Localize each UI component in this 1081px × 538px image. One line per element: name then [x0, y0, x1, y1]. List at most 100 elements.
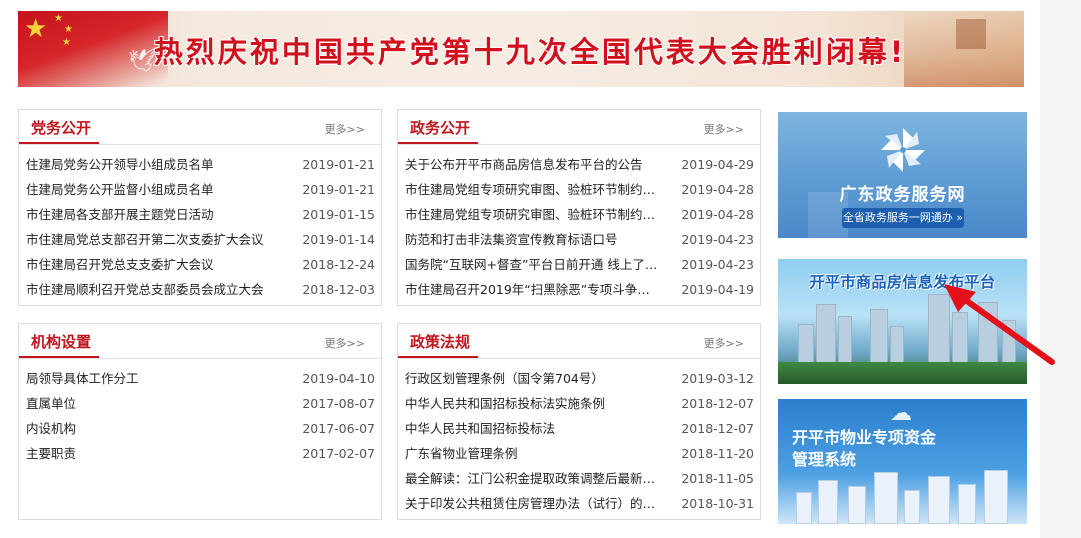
ad-title: 广东政务服务网: [839, 185, 966, 205]
news-link[interactable]: 直属单位: [26, 391, 284, 416]
news-link[interactable]: 最全解读：江门公积金提取政策调整后最新指…: [405, 466, 663, 491]
list-item: 国务院“互联网+督查”平台日前开通 线上了… 2019-04-23: [398, 252, 760, 277]
news-link[interactable]: 主要职责: [26, 441, 284, 466]
news-link[interactable]: 市住建局各支部开展主题党日活动: [26, 202, 284, 227]
list-item: 市住建局顺利召开党总支部委员会成立大会 2018-12-03: [19, 277, 381, 302]
gov-affairs-panel: 政务公开 更多>> 关于公布开平市商品房信息发布平台的公告 2019-04-29 …: [397, 109, 761, 306]
news-link[interactable]: 关于公布开平市商品房信息发布平台的公告: [405, 152, 663, 177]
news-link[interactable]: 住建局党务公开监督小组成员名单: [26, 177, 284, 202]
news-link[interactable]: 广东省物业管理条例: [405, 441, 663, 466]
more-link[interactable]: 更多>>: [325, 335, 365, 351]
list-item: 主要职责 2017-02-07: [19, 441, 381, 466]
news-link[interactable]: 市住建局党总支部召开第二次支委扩大会议: [26, 227, 284, 252]
list-item: 中华人民共和国招标投标法 2018-12-07: [398, 416, 760, 441]
news-date: 2019-01-21: [302, 182, 375, 197]
list-item: 局领导具体工作分工 2019-04-10: [19, 366, 381, 391]
news-date: 2019-04-19: [681, 282, 754, 297]
star-icon: ★: [62, 37, 71, 48]
news-date: 2019-04-29: [681, 157, 754, 172]
cloud-icon: ☁: [890, 401, 912, 426]
service-button[interactable]: 全省政务服务一网通办 »: [842, 208, 964, 228]
great-wall-decoration: [904, 11, 1024, 87]
list-item: 关于印发公共租赁住房管理办法（试行）的通… 2018-10-31: [398, 491, 760, 516]
page-right-margin: [1040, 0, 1081, 538]
news-link[interactable]: 行政区划管理条例（国令第704号）: [405, 366, 663, 391]
housing-platform-ad[interactable]: 开平市商品房信息发布平台: [778, 259, 1027, 384]
panel-title: 政务公开: [398, 110, 479, 144]
news-date: 2019-03-12: [681, 371, 754, 386]
panel-title: 党务公开: [19, 110, 100, 144]
list-item: 市住建局党组专项研究审图、验桩环节制约，… 2019-04-28: [398, 177, 760, 202]
building-shape: [904, 490, 920, 524]
list-item: 直属单位 2017-08-07: [19, 391, 381, 416]
building-shape: [890, 326, 904, 366]
list-item: 中华人民共和国招标投标法实施条例 2018-12-07: [398, 391, 760, 416]
news-date: 2019-04-28: [681, 182, 754, 197]
news-link[interactable]: 国务院“互联网+督查”平台日前开通 线上了…: [405, 252, 663, 277]
news-link[interactable]: 市住建局顺利召开党总支部委员会成立大会: [26, 277, 284, 302]
news-date: 2018-10-31: [681, 496, 754, 511]
star-icon: ★: [64, 24, 73, 35]
pinwheel-logo-icon: [881, 128, 925, 172]
building-shape: [958, 484, 976, 524]
ad-title: 开平市商品房信息发布平台: [809, 273, 996, 291]
list-item: 市住建局召开党总支支委扩大会议 2018-12-24: [19, 252, 381, 277]
property-fund-ad[interactable]: ☁ 开平市物业专项资金 管理系统: [778, 399, 1027, 524]
institution-panel: 机构设置 更多>> 局领导具体工作分工 2019-04-10 直属单位 2017-0…: [18, 323, 382, 520]
news-link[interactable]: 关于印发公共租赁住房管理办法（试行）的通…: [405, 491, 663, 516]
news-date: 2018-11-20: [681, 446, 754, 461]
list-item: 市住建局召开2019年“扫黑除恶”专项斗争… 2019-04-19: [398, 277, 760, 302]
news-link[interactable]: 中华人民共和国招标投标法实施条例: [405, 391, 663, 416]
building-shape: [796, 492, 812, 524]
news-link[interactable]: 内设机构: [26, 416, 284, 441]
more-link[interactable]: 更多>>: [704, 121, 744, 137]
news-link[interactable]: 市住建局召开党总支支委扩大会议: [26, 252, 284, 277]
news-link[interactable]: 住建局党务公开领导小组成员名单: [26, 152, 284, 177]
list-item: 市住建局各支部开展主题党日活动 2019-01-15: [19, 202, 381, 227]
list-item: 内设机构 2017-06-07: [19, 416, 381, 441]
news-date: 2018-11-05: [681, 471, 754, 486]
gd-gov-service-ad[interactable]: 广东政务服务网 全省政务服务一网通办 »: [778, 112, 1027, 238]
list-item: 住建局党务公开领导小组成员名单 2019-01-21: [19, 152, 381, 177]
news-link[interactable]: 防范和打击非法集资宣传教育标语口号: [405, 227, 663, 252]
celebration-banner[interactable]: ★ ★ ★ ★ 🕊 热烈庆祝中国共产党第十九次全国代表大会胜利闭幕!: [18, 11, 1024, 87]
news-link[interactable]: 局领导具体工作分工: [26, 366, 284, 391]
list-item: 市住建局党组专项研究审图、验桩环节制约，… 2019-04-28: [398, 202, 760, 227]
news-date: 2019-01-14: [302, 232, 375, 247]
tower-shape: [956, 19, 986, 49]
news-date: 2019-01-15: [302, 207, 375, 222]
news-date: 2019-01-21: [302, 157, 375, 172]
news-list: 关于公布开平市商品房信息发布平台的公告 2019-04-29 市住建局党组专项研究…: [398, 145, 760, 302]
news-date: 2019-04-23: [681, 232, 754, 247]
building-shape: [838, 316, 852, 366]
building-shape: [816, 304, 836, 366]
news-date: 2017-06-07: [302, 421, 375, 436]
news-date: 2017-08-07: [302, 396, 375, 411]
building-shape: [978, 302, 998, 366]
news-date: 2018-12-07: [681, 396, 754, 411]
panel-header: 党务公开 更多>>: [19, 110, 381, 145]
news-date: 2018-12-07: [681, 421, 754, 436]
panel-header: 机构设置 更多>>: [19, 324, 381, 359]
building-shape: [1002, 320, 1016, 366]
panel-title: 机构设置: [19, 324, 100, 358]
list-item: 最全解读：江门公积金提取政策调整后最新指… 2018-11-05: [398, 466, 760, 491]
news-date: 2019-04-23: [681, 257, 754, 272]
ad-title-line: 开平市物业专项资金: [792, 428, 937, 447]
list-item: 关于公布开平市商品房信息发布平台的公告 2019-04-29: [398, 152, 760, 177]
building-shape: [818, 480, 838, 524]
news-link[interactable]: 中华人民共和国招标投标法: [405, 416, 663, 441]
party-affairs-panel: 党务公开 更多>> 住建局党务公开领导小组成员名单 2019-01-21 住建局党…: [18, 109, 382, 306]
building-shape: [874, 472, 898, 524]
news-link[interactable]: 市住建局党组专项研究审图、验桩环节制约，…: [405, 177, 663, 202]
news-date: 2018-12-03: [302, 282, 375, 297]
more-link[interactable]: 更多>>: [704, 335, 744, 351]
more-link[interactable]: 更多>>: [325, 121, 365, 137]
list-item: 市住建局党总支部召开第二次支委扩大会议 2019-01-14: [19, 227, 381, 252]
news-link[interactable]: 市住建局召开2019年“扫黑除恶”专项斗争…: [405, 277, 663, 302]
news-date: 2019-04-28: [681, 207, 754, 222]
news-link[interactable]: 市住建局党组专项研究审图、验桩环节制约，…: [405, 202, 663, 227]
building-shape: [798, 324, 814, 366]
building-shape: [848, 486, 866, 524]
building-shape: [870, 309, 888, 366]
